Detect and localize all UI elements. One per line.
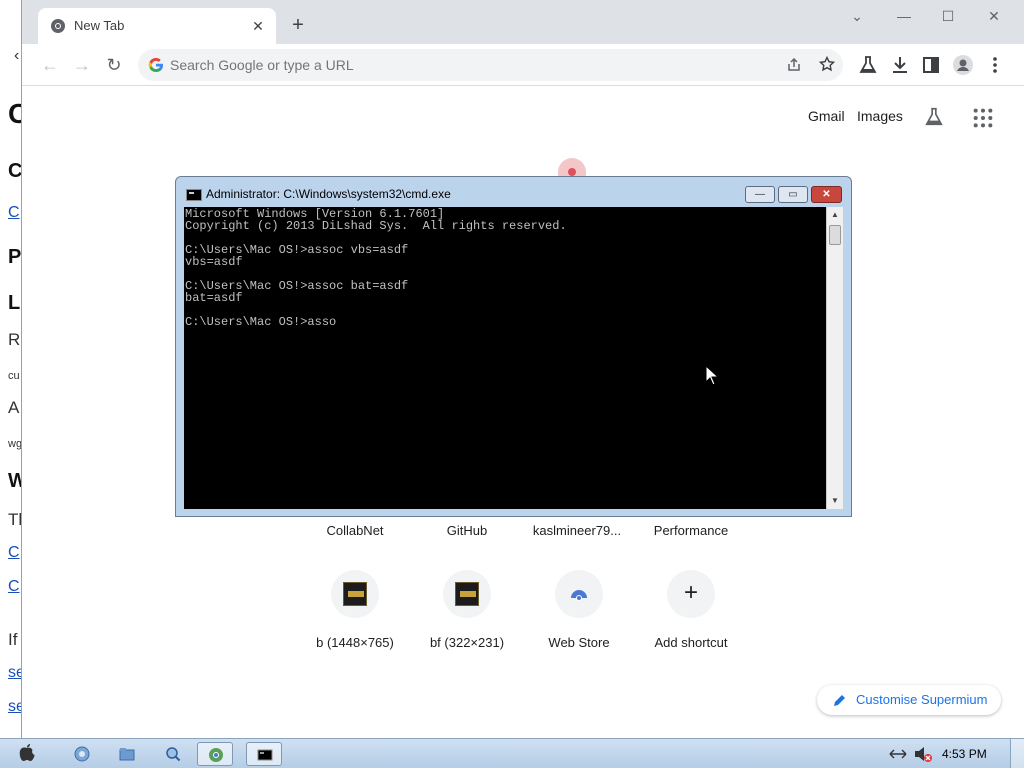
cmd-window[interactable]: Administrator: C:\Windows\system32\cmd.e… bbox=[175, 176, 852, 517]
thumbnail-icon bbox=[455, 582, 479, 606]
reload-button[interactable]: ↻ bbox=[102, 53, 126, 77]
back-button[interactable]: ← bbox=[38, 53, 62, 77]
show-desktop-button[interactable] bbox=[1010, 739, 1024, 768]
taskbar: 4:53 PM bbox=[0, 738, 1024, 768]
restore-icon: ▭ bbox=[788, 189, 798, 200]
share-icon[interactable] bbox=[786, 57, 802, 73]
bg-subheading: L bbox=[8, 292, 21, 314]
console-output[interactable]: Microsoft Windows [Version 6.1.7601] Cop… bbox=[184, 207, 826, 509]
labs-icon[interactable] bbox=[856, 53, 880, 77]
taskbar-cmd[interactable] bbox=[246, 742, 282, 766]
chromium-icon bbox=[51, 19, 65, 33]
search-icon bbox=[166, 747, 181, 762]
shortcut-label-github[interactable]: GitHub bbox=[411, 523, 523, 538]
customise-label: Customise Supermium bbox=[856, 692, 988, 707]
network-icon[interactable] bbox=[889, 747, 907, 761]
taskbar-chrome[interactable] bbox=[197, 742, 233, 766]
cmd-title: Administrator: C:\Windows\system32\cmd.e… bbox=[206, 187, 451, 201]
apps-grid-icon[interactable] bbox=[972, 107, 994, 129]
bg-text: A bbox=[8, 398, 20, 417]
download-icon[interactable] bbox=[888, 53, 912, 77]
bg-text: If bbox=[8, 630, 18, 649]
console-text: Microsoft Windows [Version 6.1.7601] Cop… bbox=[185, 207, 567, 329]
finder-icon bbox=[74, 746, 90, 762]
bookmark-star-icon[interactable] bbox=[819, 56, 835, 72]
menu-icon[interactable] bbox=[983, 53, 1007, 77]
thumbnail-icon bbox=[343, 582, 367, 606]
cmd-maximize-button[interactable]: ▭ bbox=[778, 186, 808, 203]
tab-close-icon[interactable]: ✕ bbox=[248, 16, 268, 36]
cmd-icon bbox=[186, 189, 202, 201]
cmd-minimize-button[interactable]: — bbox=[745, 186, 775, 203]
shortcut-label-performance[interactable]: Performance bbox=[635, 523, 747, 538]
tab-new-tab[interactable]: New Tab ✕ bbox=[38, 8, 276, 44]
back-arrow-icon: ‹ bbox=[14, 47, 20, 64]
new-tab-button[interactable]: + bbox=[286, 14, 310, 38]
minimize-icon: — bbox=[755, 189, 765, 200]
maximize-button[interactable]: ☐ bbox=[928, 6, 968, 26]
images-link[interactable]: Images bbox=[857, 108, 903, 124]
google-g-icon bbox=[148, 58, 163, 72]
cmd-title-bar[interactable]: Administrator: C:\Windows\system32\cmd.e… bbox=[176, 177, 851, 207]
close-window-button[interactable]: ✕ bbox=[974, 6, 1014, 26]
mouse-cursor-icon bbox=[705, 365, 719, 386]
bg-subheading: P bbox=[8, 246, 22, 268]
shortcut-web-store[interactable] bbox=[555, 570, 603, 618]
taskbar-folder[interactable] bbox=[109, 742, 145, 766]
cmd-scrollbar[interactable]: ▲ ▼ bbox=[826, 207, 843, 509]
clock[interactable]: 4:53 PM bbox=[942, 747, 987, 761]
tab-title: New Tab bbox=[74, 18, 125, 33]
taskbar-search[interactable] bbox=[155, 742, 191, 766]
add-shortcut-button[interactable]: + bbox=[667, 570, 715, 618]
tab-search-chevron-icon[interactable]: ⌄ bbox=[837, 6, 877, 26]
pencil-icon bbox=[834, 693, 847, 706]
labs-flask-icon[interactable] bbox=[923, 106, 945, 128]
apple-start-icon[interactable] bbox=[18, 743, 36, 763]
gmail-link[interactable]: Gmail bbox=[808, 108, 845, 124]
scroll-up-icon[interactable]: ▲ bbox=[827, 207, 843, 223]
search-input[interactable] bbox=[170, 53, 670, 77]
shortcut-label-b[interactable]: b (1448×765) bbox=[299, 635, 411, 650]
bg-link[interactable]: C bbox=[8, 578, 20, 596]
side-panel-icon[interactable] bbox=[919, 53, 943, 77]
taskbar-finder[interactable] bbox=[64, 742, 100, 766]
volume-muted-icon[interactable] bbox=[913, 745, 933, 763]
shortcut-label-web-store[interactable]: Web Store bbox=[523, 635, 635, 650]
bg-text: cu bbox=[8, 370, 20, 382]
bg-link[interactable]: C bbox=[8, 204, 20, 222]
shortcut-label-add[interactable]: Add shortcut bbox=[635, 635, 747, 650]
shortcut-label-collabnet[interactable]: CollabNet bbox=[299, 523, 411, 538]
profile-icon[interactable] bbox=[951, 53, 975, 77]
shortcut-bf[interactable] bbox=[443, 570, 491, 618]
cmd-close-button[interactable]: ✕ bbox=[811, 186, 842, 203]
forward-button[interactable]: → bbox=[70, 53, 94, 77]
cmd-icon bbox=[257, 749, 273, 761]
chrome-icon bbox=[209, 748, 223, 762]
tab-strip: New Tab ✕ + ⌄ — ☐ ✕ bbox=[22, 0, 1024, 44]
bg-link[interactable]: C bbox=[8, 544, 20, 562]
logo-fragment bbox=[558, 158, 586, 178]
folder-icon bbox=[119, 748, 135, 761]
browser-toolbar: ← → ↻ bbox=[22, 44, 1024, 86]
bg-text: R bbox=[8, 330, 21, 349]
minimize-button[interactable]: — bbox=[884, 6, 924, 26]
scroll-down-icon[interactable]: ▼ bbox=[827, 493, 843, 509]
plus-icon: + bbox=[683, 579, 698, 606]
close-icon: ✕ bbox=[822, 189, 831, 200]
bg-text: wg bbox=[8, 438, 23, 450]
scroll-thumb[interactable] bbox=[829, 225, 841, 245]
shortcut-label-kaslmineer[interactable]: kaslmineer79... bbox=[521, 523, 633, 538]
omnibox[interactable] bbox=[138, 49, 843, 81]
web-store-icon bbox=[571, 590, 587, 601]
customise-button[interactable]: Customise Supermium bbox=[817, 685, 1001, 715]
shortcut-b[interactable] bbox=[331, 570, 379, 618]
shortcut-label-bf[interactable]: bf (322×231) bbox=[411, 635, 523, 650]
